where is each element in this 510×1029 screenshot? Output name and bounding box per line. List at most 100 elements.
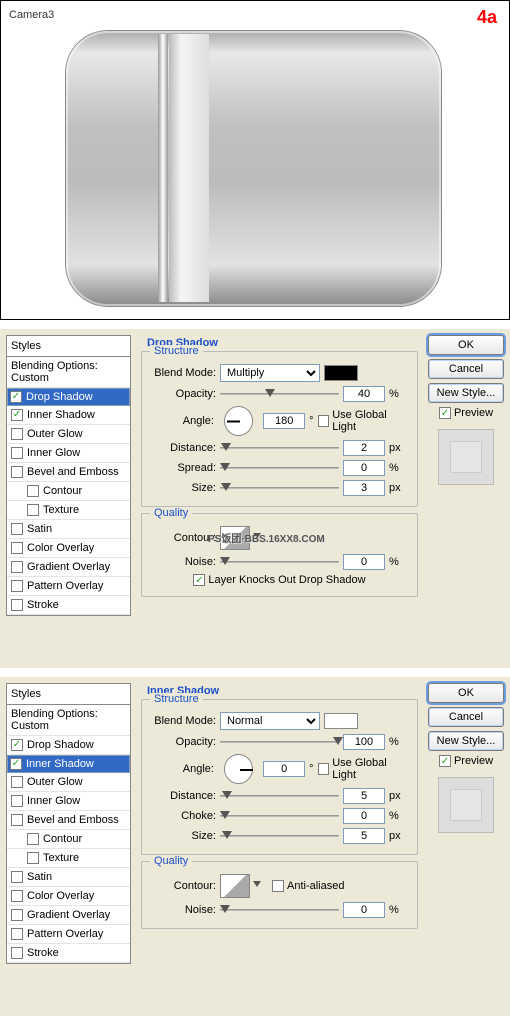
opacity-slider[interactable] [220, 735, 339, 749]
checkbox-icon[interactable] [11, 947, 23, 959]
blend-mode-select[interactable]: Multiply [220, 364, 320, 382]
style-texture[interactable]: Texture [7, 849, 130, 868]
new-style-button[interactable]: New Style... [428, 731, 504, 751]
noise-slider[interactable] [220, 903, 339, 917]
checkbox-icon[interactable] [11, 523, 23, 535]
preview-checkbox[interactable]: Preview [428, 407, 504, 419]
angle-input[interactable] [263, 761, 305, 777]
angle-dial[interactable] [224, 406, 253, 436]
new-style-button[interactable]: New Style... [428, 383, 504, 403]
style-satin[interactable]: Satin [7, 868, 130, 887]
style-contour[interactable]: Contour [7, 830, 130, 849]
size-slider[interactable] [220, 481, 339, 495]
blending-options-row[interactable]: Blending Options: Custom [7, 705, 130, 736]
distance-label: Distance: [148, 790, 216, 802]
layer-knocks-out-checkbox[interactable]: Layer Knocks Out Drop Shadow [193, 574, 365, 586]
style-pattern-overlay[interactable]: Pattern Overlay [7, 925, 130, 944]
canvas-preview: Camera3 4a [0, 0, 510, 320]
spread-input[interactable] [343, 460, 385, 476]
checkbox-icon[interactable] [10, 391, 22, 403]
noise-input[interactable] [343, 902, 385, 918]
ok-button[interactable]: OK [428, 683, 504, 703]
style-outer-glow[interactable]: Outer Glow [7, 425, 130, 444]
checkbox-icon[interactable] [11, 447, 23, 459]
style-stroke[interactable]: Stroke [7, 944, 130, 963]
checkbox-icon[interactable] [11, 409, 23, 421]
contour-picker[interactable] [220, 874, 250, 898]
distance-slider[interactable] [220, 441, 339, 455]
style-drop-shadow[interactable]: Drop Shadow [7, 736, 130, 755]
noise-slider[interactable] [220, 555, 339, 569]
button-column: OK Cancel New Style... Preview [428, 683, 504, 1010]
angle-dial[interactable] [224, 754, 253, 784]
angle-input[interactable] [263, 413, 305, 429]
layer-style-dialog-inner-shadow: Styles Blending Options: Custom Drop Sha… [0, 676, 510, 1016]
distance-slider[interactable] [220, 789, 339, 803]
watermark-text: PS饭团·BBS.16XX8.COM [208, 530, 325, 545]
style-outer-glow[interactable]: Outer Glow [7, 773, 130, 792]
blending-options-row[interactable]: Blending Options: Custom [7, 357, 130, 388]
color-swatch[interactable] [324, 365, 358, 381]
checkbox-icon[interactable] [11, 871, 23, 883]
checkbox-icon[interactable] [11, 561, 23, 573]
ok-button[interactable]: OK [428, 335, 504, 355]
settings-column: Drop Shadow Structure Blend Mode: Multip… [137, 335, 422, 662]
style-inner-glow[interactable]: Inner Glow [7, 444, 130, 463]
opacity-input[interactable] [343, 386, 385, 402]
checkbox-icon[interactable] [10, 758, 22, 770]
opacity-input[interactable] [343, 734, 385, 750]
checkbox-icon[interactable] [11, 580, 23, 592]
spread-slider[interactable] [220, 461, 339, 475]
styles-header[interactable]: Styles [6, 335, 131, 357]
styles-header[interactable]: Styles [6, 683, 131, 705]
size-slider[interactable] [220, 829, 339, 843]
cancel-button[interactable]: Cancel [428, 707, 504, 727]
checkbox-icon[interactable] [11, 795, 23, 807]
structure-group: Structure Blend Mode: Normal Opacity: % … [141, 699, 418, 855]
checkbox-icon[interactable] [11, 909, 23, 921]
style-bevel-emboss[interactable]: Bevel and Emboss [7, 811, 130, 830]
style-texture[interactable]: Texture [7, 501, 130, 520]
checkbox-icon[interactable] [11, 542, 23, 554]
checkbox-icon[interactable] [27, 485, 39, 497]
style-drop-shadow[interactable]: Drop Shadow [7, 388, 130, 406]
distance-input[interactable] [343, 788, 385, 804]
choke-slider[interactable] [220, 809, 339, 823]
checkbox-icon[interactable] [11, 776, 23, 788]
opacity-slider[interactable] [220, 387, 339, 401]
style-inner-glow[interactable]: Inner Glow [7, 792, 130, 811]
style-gradient-overlay[interactable]: Gradient Overlay [7, 906, 130, 925]
style-stroke[interactable]: Stroke [7, 596, 130, 615]
checkbox-icon[interactable] [11, 928, 23, 940]
size-input[interactable] [343, 480, 385, 496]
style-color-overlay[interactable]: Color Overlay [7, 539, 130, 558]
checkbox-icon[interactable] [11, 814, 23, 826]
style-satin[interactable]: Satin [7, 520, 130, 539]
style-color-overlay[interactable]: Color Overlay [7, 887, 130, 906]
use-global-light-checkbox[interactable]: Use Global Light [318, 409, 411, 433]
blend-mode-select[interactable]: Normal [220, 712, 320, 730]
checkbox-icon[interactable] [11, 599, 23, 611]
preview-checkbox[interactable]: Preview [428, 755, 504, 767]
checkbox-icon[interactable] [11, 739, 23, 751]
checkbox-icon[interactable] [27, 852, 39, 864]
style-inner-shadow[interactable]: Inner Shadow [7, 755, 130, 773]
style-inner-shadow[interactable]: Inner Shadow [7, 406, 130, 425]
checkbox-icon[interactable] [27, 504, 39, 516]
style-gradient-overlay[interactable]: Gradient Overlay [7, 558, 130, 577]
antialiased-checkbox[interactable]: Anti-aliased [272, 880, 344, 892]
color-swatch[interactable] [324, 713, 358, 729]
checkbox-icon[interactable] [27, 833, 39, 845]
distance-input[interactable] [343, 440, 385, 456]
style-contour[interactable]: Contour [7, 482, 130, 501]
use-global-light-checkbox[interactable]: Use Global Light [318, 757, 411, 781]
size-input[interactable] [343, 828, 385, 844]
choke-input[interactable] [343, 808, 385, 824]
cancel-button[interactable]: Cancel [428, 359, 504, 379]
style-bevel-emboss[interactable]: Bevel and Emboss [7, 463, 130, 482]
style-pattern-overlay[interactable]: Pattern Overlay [7, 577, 130, 596]
noise-input[interactable] [343, 554, 385, 570]
checkbox-icon[interactable] [11, 890, 23, 902]
checkbox-icon[interactable] [11, 466, 23, 478]
checkbox-icon[interactable] [11, 428, 23, 440]
